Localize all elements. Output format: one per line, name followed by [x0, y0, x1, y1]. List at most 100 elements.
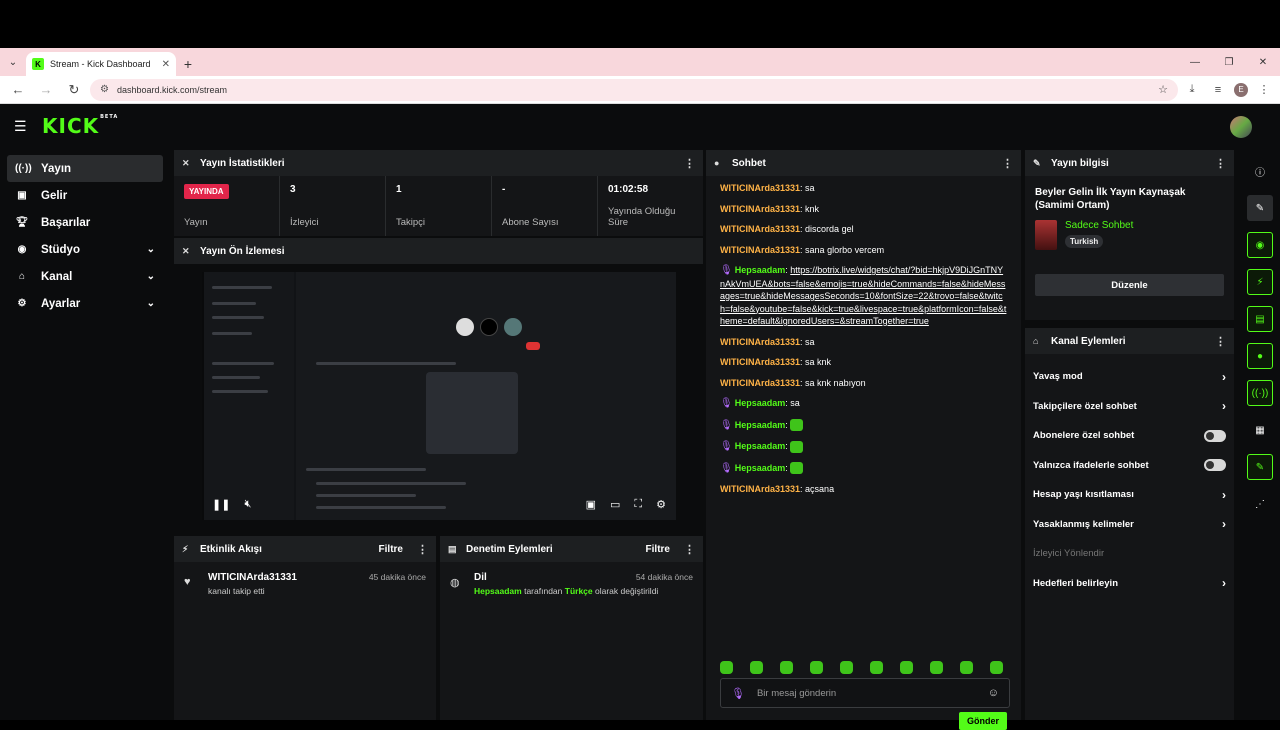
mute-icon[interactable]: 🔇︎: [244, 498, 251, 511]
restore-icon[interactable]: ❐: [1212, 48, 1246, 76]
edit-button[interactable]: Düzenle: [1035, 274, 1224, 296]
category-name[interactable]: Sadece Sohbet: [1065, 220, 1133, 231]
new-tab-icon[interactable]: +: [176, 52, 200, 76]
more-options-icon[interactable]: ⋮: [1215, 157, 1226, 170]
emoji-picker-icon[interactable]: ☺: [988, 687, 999, 699]
action-goals[interactable]: Hedefleri belirleyin ›: [1025, 569, 1234, 599]
chat-username[interactable]: Hepsaadam: [735, 265, 786, 275]
filter-button[interactable]: Filtre: [646, 544, 670, 555]
stat-followers: 1 Takipçi: [386, 176, 492, 236]
activity-user[interactable]: WITICINArda31331: [208, 572, 297, 583]
chat-username[interactable]: WITICINArda31331: [720, 337, 800, 347]
filter-button[interactable]: Filtre: [379, 544, 403, 555]
more-options-icon[interactable]: ⋮: [684, 157, 695, 170]
video-controls: ❚❚ 🔇︎ ▣ ▭ ⛶ ⚙: [202, 494, 676, 514]
bookmark-star-icon[interactable]: ☆: [1158, 83, 1168, 96]
chat-username[interactable]: Hepsaadam: [735, 398, 786, 408]
sidebar-item-studyo[interactable]: ◉ Stüdyo ⌄: [7, 236, 163, 263]
more-options-icon[interactable]: ⋮: [1215, 335, 1226, 348]
action-banned-words[interactable]: Yasaklanmış kelimeler ›: [1025, 510, 1234, 540]
emote-icon[interactable]: [750, 661, 763, 674]
broadcast-icon[interactable]: ((·)): [1247, 380, 1273, 406]
share-icon[interactable]: ⋰: [1247, 491, 1273, 517]
chat-username[interactable]: WITICINArda31331: [720, 224, 800, 234]
settings-gear-icon[interactable]: ⚙: [656, 498, 666, 511]
minimize-icon[interactable]: —: [1178, 48, 1212, 76]
document-icon[interactable]: ▤: [1247, 306, 1273, 332]
theater-icon[interactable]: ▭: [610, 498, 620, 511]
back-icon[interactable]: ←: [6, 78, 30, 102]
sidebar-item-kanal[interactable]: ⌂ Kanal ⌄: [7, 263, 163, 290]
lightning-icon[interactable]: ⚡︎: [1247, 269, 1273, 295]
stream-preview-video[interactable]: ❚❚ 🔇︎ ▣ ▭ ⛶ ⚙: [202, 272, 676, 520]
moderation-title: Denetim Eylemleri: [466, 543, 553, 555]
moderation-actor[interactable]: Hepsaadam: [474, 586, 522, 596]
chat-username[interactable]: WITICINArda31331: [720, 484, 800, 494]
more-options-icon[interactable]: ⋮: [684, 543, 695, 556]
sidebar-item-label: Yayın: [41, 162, 72, 175]
emote-icon[interactable]: [870, 661, 883, 674]
chat-text: discorda gel: [805, 224, 854, 234]
sidebar-item-basarilar[interactable]: 🏆︎ Başarılar: [7, 209, 163, 236]
chat-username[interactable]: WITICINArda31331: [720, 183, 800, 193]
chat-username[interactable]: WITICINArda31331: [720, 245, 800, 255]
moderation-panel: ▤ Denetim Eylemleri Filtre ⋮ ◍ Dil 54 da…: [440, 536, 703, 720]
emote-icon[interactable]: [720, 661, 733, 674]
camera-icon[interactable]: ◉: [1247, 232, 1273, 258]
pencil-icon[interactable]: ✎: [1247, 195, 1273, 221]
action-followers-only[interactable]: Takipçilere özel sohbet ›: [1025, 392, 1234, 422]
browser-tab[interactable]: K Stream - Kick Dashboard ✕: [26, 52, 176, 76]
fullscreen-icon[interactable]: ⛶: [634, 498, 642, 511]
download-icon[interactable]: ⤓: [1182, 80, 1202, 100]
chat-message: 🎙︎ Hepsaadam:: [720, 462, 1007, 476]
emote-icon[interactable]: [810, 661, 823, 674]
chat-username[interactable]: WITICINArda31331: [720, 378, 800, 388]
info-icon[interactable]: ⓘ: [1247, 158, 1273, 184]
wrench-icon[interactable]: ✎: [1247, 454, 1273, 480]
sidebar-item-yayin[interactable]: ((·)) Yayın: [7, 155, 163, 182]
preview-header: ✕ Yayın Ön İzlemesi: [174, 238, 703, 264]
emote-icon[interactable]: [990, 661, 1003, 674]
action-slow-mode[interactable]: Yavaş mod ›: [1025, 362, 1234, 392]
chevron-right-icon: ›: [1222, 399, 1226, 414]
more-options-icon[interactable]: ⋮: [1002, 157, 1013, 170]
kick-logo[interactable]: KICKBETA: [42, 114, 118, 138]
sidebar-item-gelir[interactable]: ▣ Gelir: [7, 182, 163, 209]
sidebar-item-ayarlar[interactable]: ⚙ Ayarlar ⌄: [7, 290, 163, 317]
emote-icon[interactable]: [900, 661, 913, 674]
url-bar[interactable]: ⚙ dashboard.kick.com/stream ☆: [90, 78, 1178, 101]
chat-username[interactable]: Hepsaadam: [735, 463, 786, 473]
channel-actions-header: ⌂ Kanal Eylemleri ⋮: [1025, 328, 1234, 354]
emote-only-toggle[interactable]: [1204, 459, 1226, 472]
emote-icon[interactable]: [960, 661, 973, 674]
chat-username[interactable]: Hepsaadam: [735, 420, 786, 430]
emote-icon[interactable]: [780, 661, 793, 674]
window-close-icon[interactable]: ✕: [1246, 48, 1280, 76]
emote-icon[interactable]: [930, 661, 943, 674]
tab-search-icon[interactable]: ⌄: [0, 48, 26, 76]
pip-icon[interactable]: ▣: [586, 498, 596, 511]
hamburger-menu-icon[interactable]: ☰: [14, 118, 28, 135]
chat-input[interactable]: 🎙︎ Bir mesaj gönderin ☺: [720, 678, 1010, 708]
send-button[interactable]: Gönder: [958, 712, 1007, 730]
reload-icon[interactable]: ↻: [62, 78, 86, 102]
browser-menu-icon[interactable]: ⋮: [1254, 80, 1274, 100]
action-account-age[interactable]: Hesap yaşı kısıtlaması ›: [1025, 480, 1234, 510]
chat-username[interactable]: WITICINArda31331: [720, 357, 800, 367]
chat-username[interactable]: Hepsaadam: [735, 441, 786, 451]
chat-icon[interactable]: ●: [1247, 343, 1273, 369]
activity-desc: kanalı takip etti: [208, 586, 265, 596]
user-avatar[interactable]: [1230, 116, 1252, 138]
emote-icon[interactable]: [840, 661, 853, 674]
site-info-icon[interactable]: ⚙: [100, 84, 109, 95]
layout-icon[interactable]: ▦: [1247, 417, 1273, 443]
pause-icon[interactable]: ❚❚: [212, 498, 230, 511]
profile-avatar[interactable]: E: [1234, 82, 1248, 97]
subscribers-only-toggle[interactable]: [1204, 429, 1226, 442]
tab-close-icon[interactable]: ✕: [162, 59, 170, 70]
chat-text: sa knk nabıyon: [805, 377, 866, 388]
more-options-icon[interactable]: ⋮: [417, 543, 428, 556]
forward-icon[interactable]: →: [34, 78, 58, 102]
chat-username[interactable]: WITICINArda31331: [720, 204, 800, 214]
media-icon[interactable]: ≡: [1208, 80, 1228, 100]
